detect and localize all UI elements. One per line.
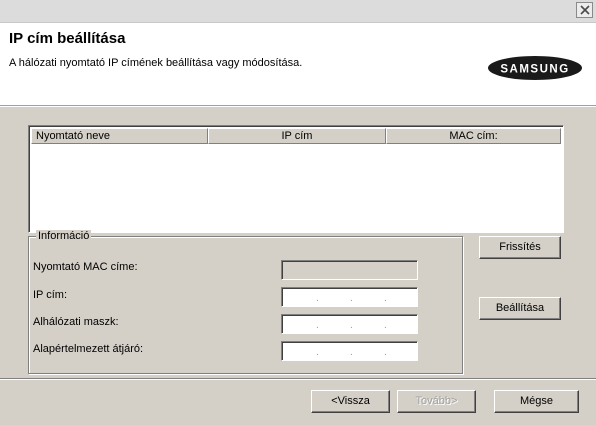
mac-label: Nyomtató MAC címe: (33, 261, 138, 273)
info-legend: Információ (36, 230, 92, 242)
ip-separator: . (316, 347, 319, 358)
column-mac-address[interactable]: MAC cím: (386, 128, 561, 144)
close-icon (580, 5, 590, 15)
header-divider (0, 106, 596, 107)
page-subtitle: A hálózati nyomtató IP címének beállítás… (9, 57, 303, 69)
back-button[interactable]: <Vissza (311, 390, 390, 413)
gateway-label: Alapértelmezett átjáró: (33, 343, 144, 355)
page-title: IP cím beállítása (9, 30, 126, 47)
ip-separator: . (384, 320, 387, 331)
ip-separator: . (350, 320, 353, 331)
cancel-button[interactable]: Mégse (494, 390, 579, 413)
ip-address-input[interactable]: . . . (281, 287, 418, 307)
printer-list-header: Nyomtató neve IP cím MAC cím: (31, 128, 561, 144)
footer-divider (0, 378, 596, 380)
mac-field (281, 260, 418, 280)
title-bar (0, 0, 596, 23)
close-button[interactable] (576, 2, 593, 18)
ip-label: IP cím: (33, 289, 68, 301)
ip-separator: . (316, 293, 319, 304)
samsung-logo-text: SAMSUNG (500, 64, 569, 76)
printer-list[interactable]: Nyomtató neve IP cím MAC cím: (28, 125, 564, 233)
dialog-window: IP cím beállítása A hálózati nyomtató IP… (0, 0, 596, 425)
subnet-mask-input[interactable]: . . . (281, 314, 418, 334)
subnet-label: Alhálózati maszk: (33, 316, 119, 328)
column-printer-name[interactable]: Nyomtató neve (31, 128, 208, 144)
configure-button[interactable]: Beállítása (479, 297, 561, 320)
column-ip-address[interactable]: IP cím (208, 128, 386, 144)
ip-separator: . (350, 347, 353, 358)
refresh-button[interactable]: Frissítés (479, 236, 561, 259)
ip-separator: . (350, 293, 353, 304)
samsung-logo: SAMSUNG (488, 56, 582, 80)
next-button: Tovább> (397, 390, 476, 413)
ip-separator: . (384, 347, 387, 358)
gateway-input[interactable]: . . . (281, 341, 418, 361)
ip-separator: . (384, 293, 387, 304)
ip-separator: . (316, 320, 319, 331)
